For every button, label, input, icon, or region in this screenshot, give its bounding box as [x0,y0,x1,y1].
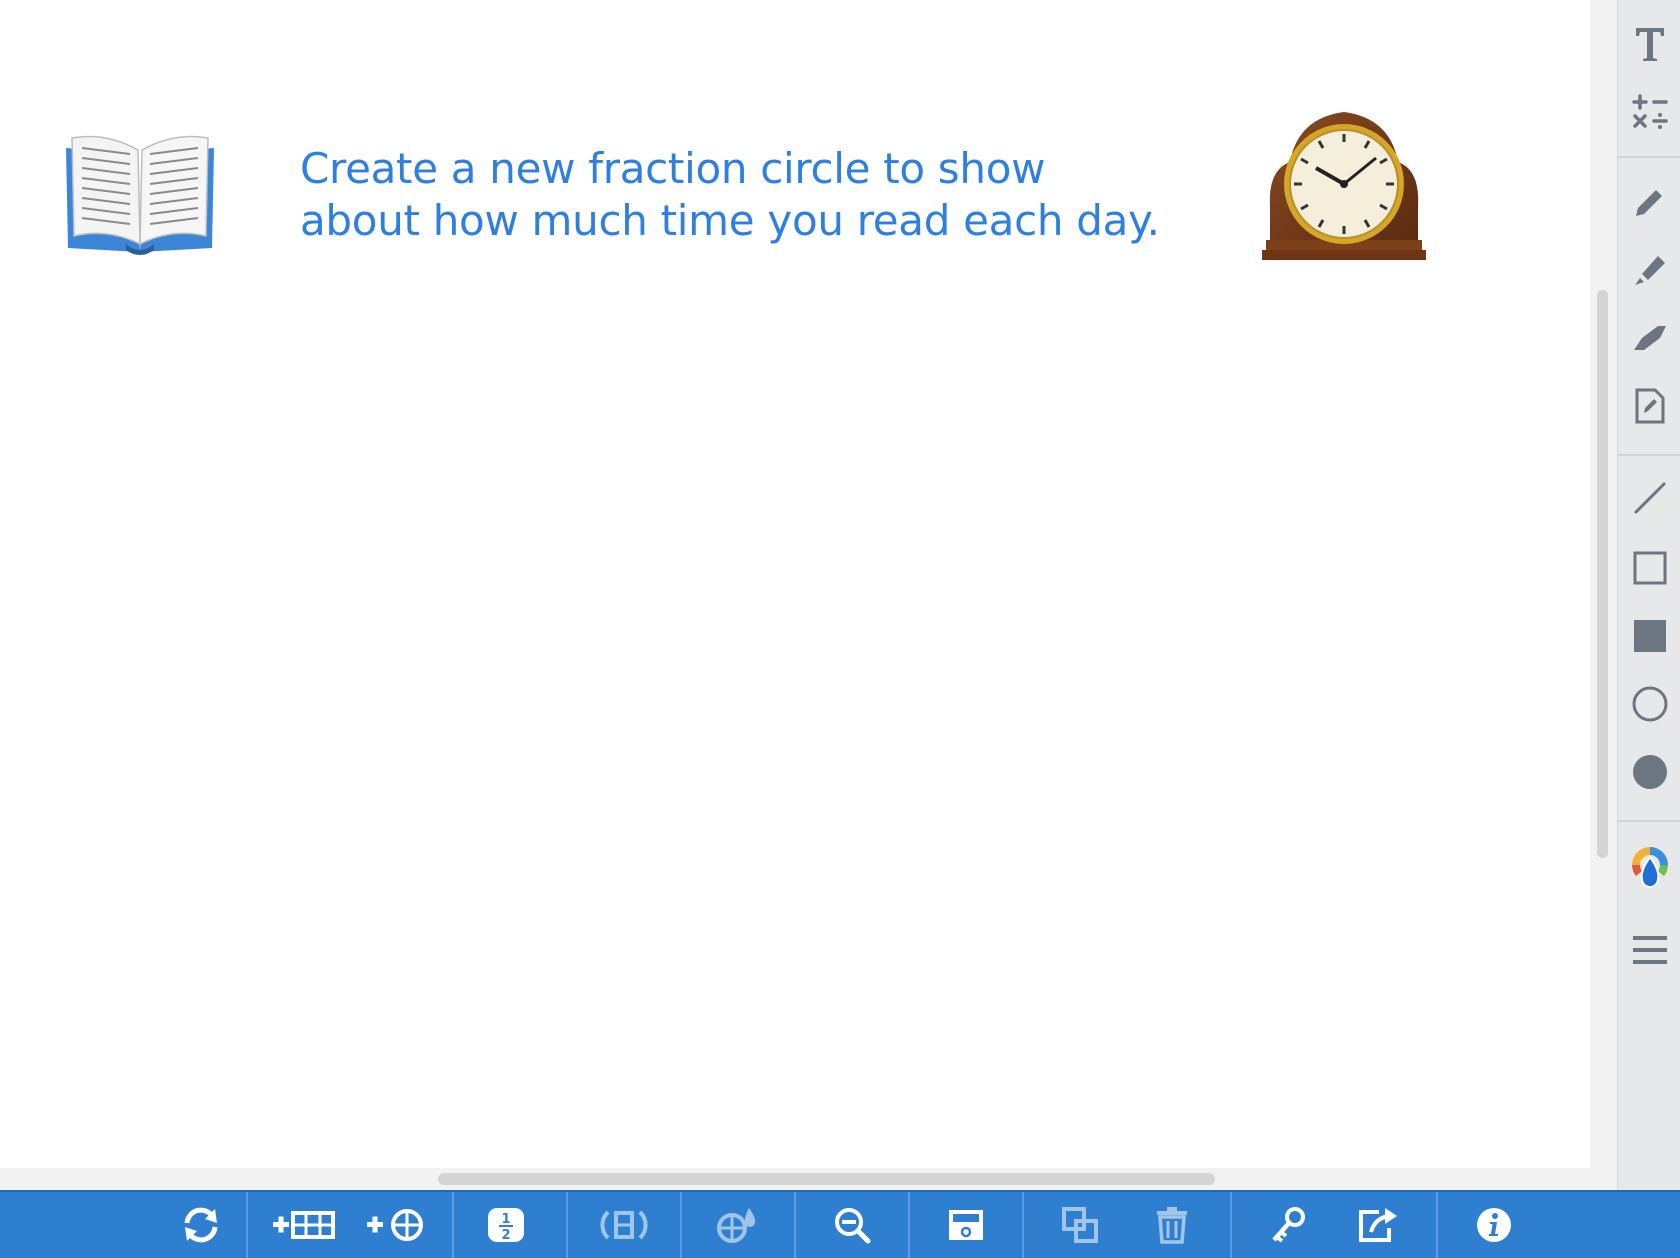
zoom-out-icon [835,1208,871,1244]
math-symbols-tool-button[interactable] [1618,80,1680,144]
add-circle-icon [367,1209,423,1241]
rectangle-filled-tool-button[interactable] [1618,604,1680,668]
text-T-icon [1635,28,1664,61]
add-fraction-circle-button[interactable] [358,1192,434,1258]
rotate-button[interactable] [584,1192,664,1258]
square-outline-icon [1633,551,1666,585]
hide-show-button[interactable] [926,1192,1006,1258]
add-bar-icon [273,1211,335,1239]
circle-outline-tool-button[interactable] [1618,672,1680,736]
info-icon [1477,1208,1511,1242]
note-pencil-icon [1635,388,1664,424]
info-button[interactable] [1454,1192,1534,1258]
menu-button[interactable] [1618,918,1680,982]
bottom-toolbar: 1 2 [0,1190,1680,1258]
horizontal-scrollbar-thumb[interactable] [438,1173,1215,1185]
circle-outline-icon [1632,686,1667,722]
eraser-icon [1633,326,1666,350]
add-fraction-bar-button[interactable] [266,1192,342,1258]
workspace-canvas[interactable]: Create a new fraction circle to show abo… [0,0,1590,1168]
share-icon [1359,1208,1397,1242]
rotate-bar-icon [600,1210,648,1240]
duplicate-icon [1062,1207,1098,1243]
hamburger-icon [1632,936,1667,964]
delete-button[interactable] [1132,1192,1212,1258]
pencil-icon [1635,190,1662,216]
fraction-app: Create a new fraction circle to show abo… [0,0,1680,1258]
instruction-line-2: about how much time you read each day. [300,196,1160,245]
open-book-icon [62,132,218,265]
instruction-line-1: Create a new fraction circle to show [300,144,1046,193]
instruction-text: Create a new fraction circle to show abo… [300,143,1200,247]
pen-tool-button[interactable] [1618,170,1680,234]
one-half-icon: 1 2 [488,1208,524,1243]
circle-filled-icon [1632,755,1667,789]
paint-circle-icon [717,1208,756,1243]
eye-box-icon [949,1210,983,1240]
marker-icon [1634,256,1665,285]
refresh-button[interactable] [156,1192,246,1258]
text-tool-button[interactable] [1618,12,1680,76]
trash-icon [1157,1207,1187,1244]
key-icon [1272,1207,1305,1243]
mantelpiece-clock-icon [1258,110,1430,265]
label-fraction-button[interactable]: 1 2 [468,1192,544,1258]
color-picker-tool-button[interactable] [1618,836,1680,900]
eraser-tool-button[interactable] [1618,306,1680,370]
edit-note-tool-button[interactable] [1618,374,1680,438]
line-tool-button[interactable] [1618,466,1680,530]
rectangle-outline-tool-button[interactable] [1618,536,1680,600]
svg-text:2: 2 [501,1228,510,1243]
highlighter-tool-button[interactable] [1618,238,1680,302]
line-icon [1634,482,1665,514]
circle-filled-tool-button[interactable] [1618,740,1680,804]
refresh-icon [184,1207,218,1243]
duplicate-button[interactable] [1040,1192,1120,1258]
key-button[interactable] [1248,1192,1328,1258]
square-filled-icon [1633,620,1666,652]
share-button[interactable] [1336,1192,1420,1258]
svg-text:1: 1 [501,1212,510,1227]
plus-minus-times-divide-icon [1631,94,1668,129]
vertical-scrollbar-thumb[interactable] [1597,290,1608,858]
color-drop-icon [1631,847,1668,888]
fill-color-button[interactable] [698,1192,774,1258]
zoom-out-button[interactable] [812,1192,892,1258]
tool-sidebar [1617,0,1680,1190]
